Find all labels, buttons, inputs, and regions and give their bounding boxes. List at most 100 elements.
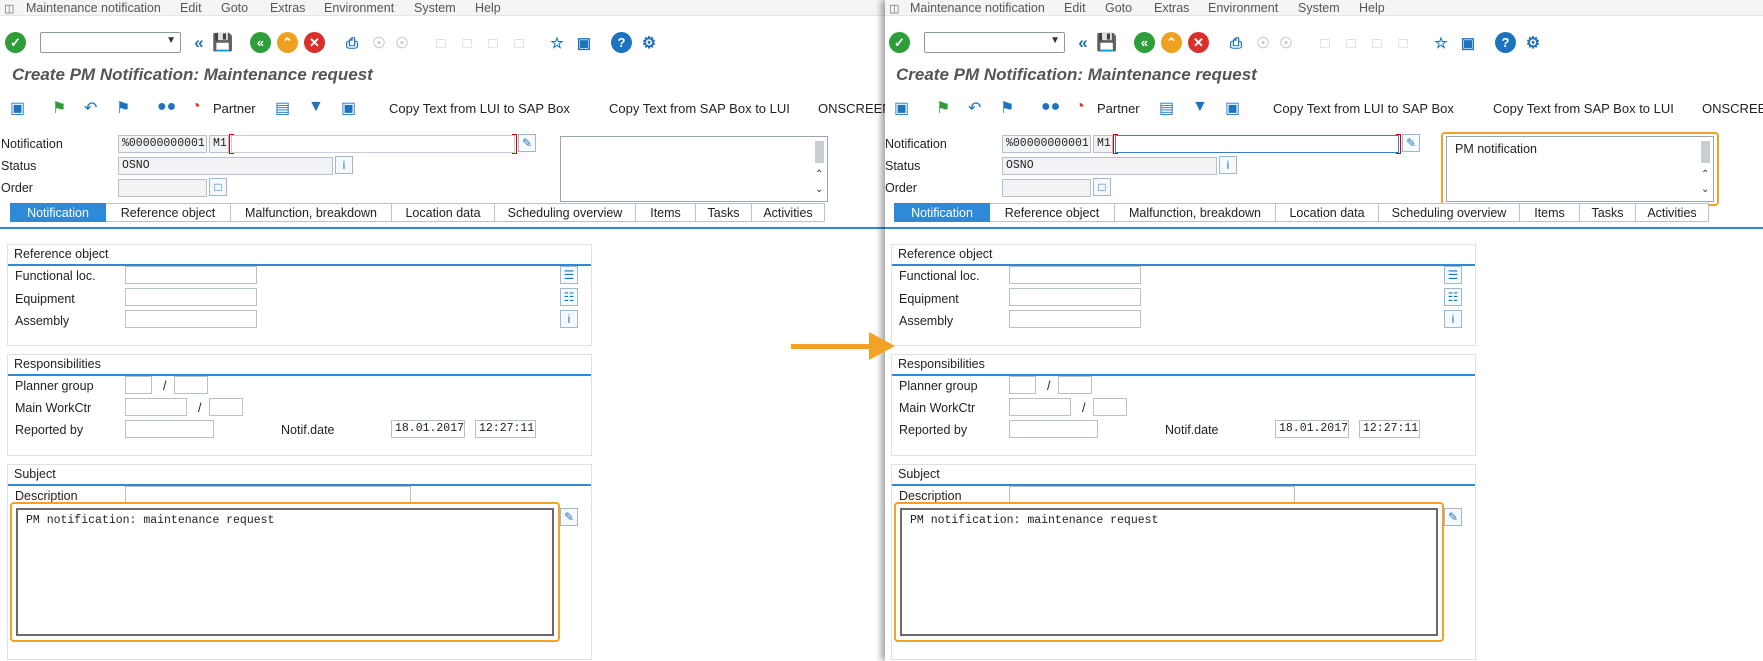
- menu-icon[interactable]: ◫: [889, 2, 899, 15]
- main-workctr-field[interactable]: [125, 398, 187, 416]
- info-icon[interactable]: i: [560, 310, 578, 328]
- description-longtext-editor[interactable]: PM notification: maintenance request: [900, 508, 1438, 636]
- tab-reference-object[interactable]: Reference object: [990, 203, 1115, 222]
- tab-tasks[interactable]: Tasks: [1580, 203, 1636, 222]
- functional-loc-field[interactable]: [1009, 266, 1141, 284]
- workctr-plant-field[interactable]: [209, 398, 243, 416]
- command-field[interactable]: ▼: [40, 32, 181, 53]
- functional-loc-field[interactable]: [125, 266, 257, 284]
- save-icon[interactable]: 💾: [212, 32, 234, 54]
- document-icon[interactable]: □: [209, 178, 227, 196]
- menu-system[interactable]: System: [414, 1, 456, 15]
- notif-date-field[interactable]: 18.01.2017: [391, 420, 465, 438]
- back-icon[interactable]: «: [1134, 32, 1155, 53]
- chevron-up-icon[interactable]: ⌃: [1701, 169, 1709, 180]
- list-icon[interactable]: ▤: [275, 98, 290, 118]
- longtext-scrollbar[interactable]: ⌃ ⌄: [1700, 139, 1711, 199]
- save-icon[interactable]: 💾: [1096, 32, 1118, 54]
- menu-extras[interactable]: Extras: [1154, 1, 1189, 15]
- flag-icon[interactable]: ⚑: [936, 98, 950, 118]
- display-object-icon[interactable]: ▣: [10, 98, 25, 118]
- copy-sap-to-lui-button[interactable]: Copy Text from SAP Box to LUI: [609, 101, 790, 116]
- onscreen-button[interactable]: ONSCREEN: [1702, 101, 1763, 116]
- partner-button[interactable]: Partner: [1097, 101, 1140, 116]
- notif-date-field[interactable]: 18.01.2017: [1275, 420, 1349, 438]
- back-icon[interactable]: «: [250, 32, 271, 53]
- edit-longtext-icon[interactable]: ✎: [1444, 508, 1462, 526]
- assembly-field[interactable]: [125, 310, 257, 328]
- undo-icon[interactable]: ↶: [968, 98, 981, 118]
- menu-goto[interactable]: Goto: [1105, 1, 1132, 15]
- tab-items[interactable]: Items: [636, 203, 696, 222]
- tab-location-data[interactable]: Location data: [392, 203, 495, 222]
- info-icon[interactable]: i: [1219, 156, 1237, 174]
- undo-icon[interactable]: ↶: [84, 98, 97, 118]
- list-icon[interactable]: ▤: [1159, 98, 1174, 118]
- tab-items[interactable]: Items: [1520, 203, 1580, 222]
- filter-icon[interactable]: ▼: [308, 98, 324, 116]
- description-longtext-editor[interactable]: PM notification: maintenance request: [16, 508, 554, 636]
- edit-longtext-icon[interactable]: ✎: [1402, 134, 1420, 152]
- menu-help[interactable]: Help: [475, 1, 501, 15]
- partner-icon[interactable]: ◔: [1075, 98, 1085, 116]
- chevron-down-icon[interactable]: ⌄: [815, 184, 823, 195]
- structure-icon[interactable]: ☰: [560, 266, 578, 284]
- menu-maintenance-notification[interactable]: Maintenance notification: [26, 1, 161, 15]
- menu-system[interactable]: System: [1298, 1, 1340, 15]
- back-icon[interactable]: «: [188, 32, 210, 54]
- copy-sap-to-lui-button[interactable]: Copy Text from SAP Box to LUI: [1493, 101, 1674, 116]
- reported-by-field[interactable]: [1009, 420, 1098, 438]
- menu-edit[interactable]: Edit: [1064, 1, 1086, 15]
- gear-icon[interactable]: ⚙: [638, 32, 660, 54]
- partner-icon[interactable]: ◔: [191, 98, 201, 116]
- planner-group-field[interactable]: [125, 376, 152, 394]
- copy-lui-to-sap-button[interactable]: Copy Text from LUI to SAP Box: [389, 101, 570, 116]
- new-session-icon[interactable]: ▣: [573, 32, 595, 54]
- tab-scheduling-overview[interactable]: Scheduling overview: [495, 203, 636, 222]
- new-session-icon[interactable]: ▣: [1457, 32, 1479, 54]
- chevron-down-icon[interactable]: ⌄: [1701, 184, 1709, 195]
- user-detail-icon[interactable]: ▣: [1225, 98, 1240, 118]
- menu-goto[interactable]: Goto: [221, 1, 248, 15]
- exit-icon[interactable]: ⌃: [277, 32, 298, 53]
- partner-button[interactable]: Partner: [213, 101, 256, 116]
- back-icon[interactable]: «: [1072, 32, 1094, 54]
- reported-by-field[interactable]: [125, 420, 214, 438]
- equipment-field[interactable]: [1009, 288, 1141, 306]
- edit-longtext-icon[interactable]: ✎: [518, 134, 536, 152]
- longtext-scrollbar[interactable]: ⌃ ⌄: [814, 139, 825, 199]
- scroll-thumb[interactable]: [1701, 141, 1710, 163]
- structure-icon[interactable]: ☰: [1444, 266, 1462, 284]
- hierarchy-icon[interactable]: ☷: [560, 288, 578, 306]
- notif-time-field[interactable]: 12:27:11: [1359, 420, 1420, 438]
- check-icon[interactable]: ✓: [889, 32, 910, 53]
- flag-icon[interactable]: ⚑: [52, 98, 66, 118]
- planner-group-field[interactable]: [1009, 376, 1036, 394]
- short-text-field[interactable]: [1115, 135, 1399, 153]
- users-icon[interactable]: ●●: [157, 98, 176, 116]
- copy-lui-to-sap-button[interactable]: Copy Text from LUI to SAP Box: [1273, 101, 1454, 116]
- hierarchy-icon[interactable]: ☷: [1444, 288, 1462, 306]
- scroll-thumb[interactable]: [815, 141, 824, 163]
- workctr-plant-field[interactable]: [1093, 398, 1127, 416]
- users-icon[interactable]: ●●: [1041, 98, 1060, 116]
- tab-notification[interactable]: Notification: [894, 203, 990, 222]
- info-icon[interactable]: i: [1444, 310, 1462, 328]
- longtext-box[interactable]: ⌃ ⌄: [560, 136, 828, 202]
- menu-maintenance-notification[interactable]: Maintenance notification: [910, 1, 1045, 15]
- gear-icon[interactable]: ⚙: [1522, 32, 1544, 54]
- chevron-up-icon[interactable]: ⌃: [815, 169, 823, 180]
- user-detail-icon[interactable]: ▣: [341, 98, 356, 118]
- document-icon[interactable]: □: [1093, 178, 1111, 196]
- menu-edit[interactable]: Edit: [180, 1, 202, 15]
- menu-environment[interactable]: Environment: [324, 1, 394, 15]
- tab-malfunction-breakdown[interactable]: Malfunction, breakdown: [1115, 203, 1276, 222]
- exit-icon[interactable]: ⌃: [1161, 32, 1182, 53]
- assembly-field[interactable]: [1009, 310, 1141, 328]
- help-icon[interactable]: ?: [1495, 32, 1516, 53]
- tab-location-data[interactable]: Location data: [1276, 203, 1379, 222]
- short-text-field[interactable]: [231, 135, 515, 153]
- check-icon[interactable]: ✓: [5, 32, 26, 53]
- main-workctr-field[interactable]: [1009, 398, 1071, 416]
- bookmark-icon[interactable]: ☆: [1430, 32, 1452, 54]
